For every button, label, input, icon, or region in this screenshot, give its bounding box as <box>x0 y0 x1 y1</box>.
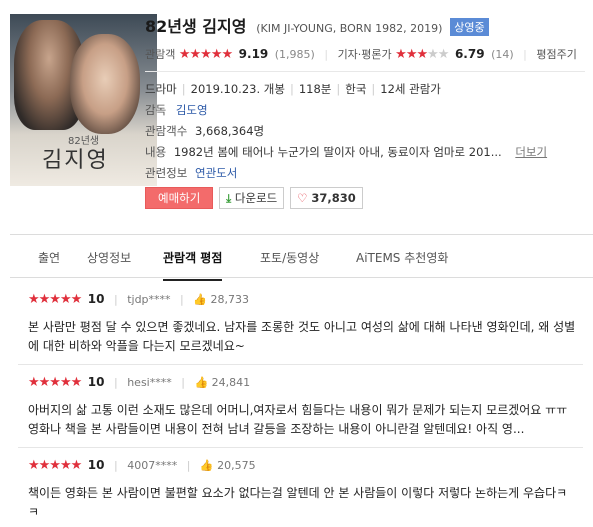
meta-director: 감독 김도영 <box>145 102 208 118</box>
divider: | <box>324 48 329 61</box>
download-label: 다운로드 <box>234 191 278 205</box>
more-link[interactable]: 더보기 <box>515 145 547 159</box>
thumbs-up-icon[interactable]: 👍 <box>194 376 208 389</box>
meta-basic: 드라마 | 2019.10.23. 개봉 | 118분 | 한국 | 12세 관람가 <box>145 82 441 96</box>
poster-title: 김지영 <box>42 148 109 173</box>
review-stars: ★★★★★ <box>28 292 82 307</box>
audience-stars: ★★★★★ <box>178 47 233 62</box>
movie-title[interactable]: 82년생 김지영 <box>145 17 246 36</box>
director-link[interactable]: 김도영 <box>176 103 208 117</box>
divider: | <box>523 48 527 61</box>
like-count: 37,830 <box>311 191 356 205</box>
tab-photo-video[interactable]: 포토/동영상 <box>260 249 319 266</box>
heart-icon: ♡ <box>297 191 308 205</box>
review-user[interactable]: tjdp**** <box>127 293 170 306</box>
plot-label: 내용 <box>145 145 167 159</box>
tab-aitems[interactable]: AiTEMS 추천영화 <box>356 249 448 266</box>
audience-count: (1,985) <box>274 48 315 61</box>
audience-rating-label: 관람객 <box>145 48 176 61</box>
review-user[interactable]: 4007**** <box>127 459 177 472</box>
country[interactable]: 한국 <box>345 82 366 96</box>
audience-total: 3,668,364명 <box>194 124 265 138</box>
runtime: 118분 <box>298 82 332 96</box>
genre[interactable]: 드라마 <box>145 82 177 96</box>
review-score: 10 <box>87 292 105 306</box>
poster-figure-woman <box>70 34 140 134</box>
review-item: ★★★★★ 10 | hesi**** | 👍 24,841 아버지의 삶 고통… <box>28 375 583 439</box>
review-score: 10 <box>87 375 105 389</box>
critic-rating-label: 기자·평론가 <box>337 48 392 61</box>
movie-title-en: (KIM JI-YOUNG, BORN 1982, 2019) <box>256 22 443 35</box>
status-badge: 상영중 <box>450 18 489 36</box>
review-divider <box>18 364 583 365</box>
related-books-link[interactable]: 연관도서 <box>195 166 237 180</box>
age-grade: 12세 관람가 <box>380 82 441 96</box>
review-score: 10 <box>87 458 105 472</box>
review-stars: ★★★★★ <box>28 375 82 390</box>
download-button[interactable]: ⤓ 다운로드 <box>219 187 285 209</box>
plot-text: 1982년 봄에 태어나 누군가의 딸이자 아내, 동료이자 엄마로 201..… <box>173 145 502 159</box>
content-tabs: 출연 상영정보 관람객 평점 포토/동영상 AiTEMS 추천영화 <box>10 234 593 281</box>
tab-audience-reviews[interactable]: 관람객 평점 <box>163 249 223 281</box>
critic-count: (14) <box>491 48 514 61</box>
rating-row: 관람객 ★★★★★ 9.19 (1,985) | 기자·평론가 ★★★★★ 6.… <box>145 46 577 62</box>
review-likes: 24,841 <box>211 376 251 389</box>
review-text: 아버지의 삶 고통 이런 소재도 많은데 어머니,여자로서 힘들다는 내용이 뭐… <box>28 403 568 436</box>
movie-poster[interactable]: 82년생 김지영 <box>10 14 157 186</box>
director-label: 감독 <box>145 103 167 117</box>
review-header: ★★★★★ 10 | hesi**** | 👍 24,841 <box>28 375 251 390</box>
thumbs-up-icon[interactable]: 👍 <box>200 459 214 472</box>
info-divider <box>145 71 585 72</box>
review-divider <box>18 447 583 448</box>
meta-audience: 관람객수 3,668,364명 <box>145 123 264 139</box>
thumbs-up-icon[interactable]: 👍 <box>193 293 207 306</box>
review-likes: 20,575 <box>217 459 256 472</box>
review-stars: ★★★★★ <box>28 458 82 473</box>
critic-stars: ★★★★★ <box>395 47 449 62</box>
tab-screening[interactable]: 상영정보 <box>87 249 131 266</box>
review-item: ★★★★★ 10 | 4007**** | 👍 20,575 책이든 영화든 본… <box>28 458 583 522</box>
audience-score: 9.19 <box>238 47 269 61</box>
review-header: ★★★★★ 10 | 4007**** | 👍 20,575 <box>28 458 256 473</box>
critic-score: 6.79 <box>454 47 485 61</box>
action-buttons: 예매하기 ⤓ 다운로드 ♡ 37,830 <box>145 187 365 209</box>
related-label: 관련정보 <box>145 166 188 180</box>
title-row: 82년생 김지영 (KIM JI-YOUNG, BORN 1982, 2019)… <box>145 13 489 37</box>
release-date: 2019.10.23. 개봉 <box>190 82 285 96</box>
review-likes: 28,733 <box>210 293 249 306</box>
meta-plot: 내용 1982년 봄에 태어나 누군가의 딸이자 아내, 동료이자 엄마로 20… <box>145 144 547 160</box>
review-text: 책이든 영화든 본 사람이면 불편할 요소가 없다는걸 알텐데 안 본 사람들이… <box>28 486 568 519</box>
audience-count-label: 관람객수 <box>145 124 188 138</box>
review-header: ★★★★★ 10 | tjdp**** | 👍 28,733 <box>28 292 249 307</box>
book-ticket-button[interactable]: 예매하기 <box>145 187 214 209</box>
review-item: ★★★★★ 10 | tjdp**** | 👍 28,733 본 사람만 평점 … <box>28 292 583 356</box>
like-button[interactable]: ♡ 37,830 <box>290 187 363 209</box>
download-icon: ⤓ <box>226 191 232 205</box>
give-rating-link[interactable]: 평점주기 <box>536 48 576 61</box>
tab-cast[interactable]: 출연 <box>38 249 60 266</box>
review-text: 본 사람만 평점 달 수 있으면 좋겠네요. 남자를 조롱한 것도 아니고 여성… <box>28 320 576 353</box>
review-user[interactable]: hesi**** <box>127 376 172 389</box>
meta-related: 관련정보 연관도서 <box>145 165 237 181</box>
